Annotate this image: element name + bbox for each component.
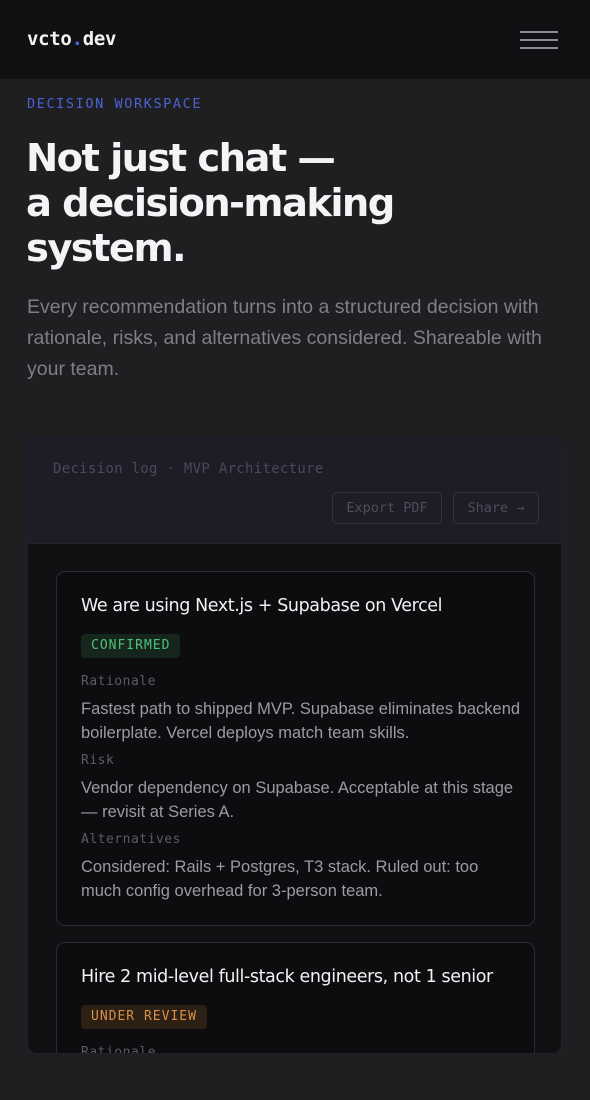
menu-line — [520, 47, 558, 49]
headline-line-2: a decision-making — [26, 181, 395, 226]
status-badge: UNDER REVIEW — [81, 1005, 207, 1029]
page-title: Not just chat — a decision-making system… — [26, 136, 566, 271]
decision-card[interactable]: Hire 2 mid-level full-stack engineers, n… — [56, 942, 535, 1054]
decision-title: We are using Next.js + Supabase on Verce… — [81, 596, 443, 616]
logo-suffix: dev — [82, 28, 117, 50]
rationale-text: Fastest path to shipped MVP. Supabase el… — [81, 700, 521, 742]
risk-text: Vendor dependency on Supabase. Acceptabl… — [81, 779, 514, 821]
decision-card[interactable]: We are using Next.js + Supabase on Verce… — [56, 571, 535, 926]
rationale-label: Rationale — [81, 674, 156, 689]
status-badge: CONFIRMED — [81, 634, 181, 658]
decision-title: Hire 2 mid-level full-stack engineers, n… — [81, 967, 493, 987]
alternatives-label: Alternatives — [81, 832, 181, 847]
logo-prefix: vcto — [27, 28, 72, 50]
panel-header: Decision log · MVP Architecture Export P… — [28, 438, 561, 544]
logo[interactable]: vcto.dev — [27, 28, 116, 50]
menu-line — [520, 39, 558, 41]
hamburger-menu-icon[interactable] — [520, 31, 558, 49]
logo-dot: . — [71, 28, 83, 50]
headline-line-1: Not just chat — — [26, 136, 336, 181]
headline-line-3: system. — [26, 226, 187, 271]
decision-log-panel: Decision log · MVP Architecture Export P… — [27, 437, 562, 1054]
eyebrow-label: DECISION WORKSPACE — [27, 96, 203, 112]
hero-subtitle: Every recommendation turns into a struct… — [27, 296, 542, 380]
alternatives-text: Considered: Rails + Postgres, T3 stack. … — [81, 858, 479, 900]
export-pdf-button[interactable]: Export PDF — [332, 492, 442, 524]
rationale-label: Rationale — [81, 1045, 156, 1054]
panel-title: Decision log · MVP Architecture — [53, 461, 324, 477]
risk-label: Risk — [81, 753, 115, 768]
share-button[interactable]: Share → — [453, 492, 539, 524]
top-bar: vcto.dev — [0, 0, 590, 79]
menu-line — [520, 31, 558, 33]
